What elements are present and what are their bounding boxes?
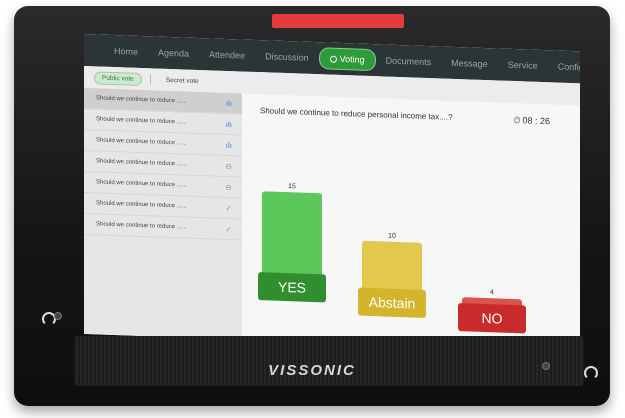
motion-label: Should we continue to reduce ...... [96,221,187,231]
pending-icon: ⊖ [225,182,232,192]
vote-option-label: NO [458,303,526,334]
nav-service[interactable]: Service [498,54,548,76]
bar-chart-icon: ılı [225,98,232,108]
motion-label: Should we continue to reduce ...... [96,137,187,147]
nav-agenda[interactable]: Agenda [148,42,199,64]
nav-attendee[interactable]: Attendee [199,44,255,66]
nav-discussion[interactable]: Discussion [255,46,319,68]
motion-label: Should we continue to reduce ...... [96,116,187,126]
motion-question: Should we continue to reduce personal in… [260,106,453,122]
vote-result-chart: 15 YES 10 Abstain 4 NO [258,134,562,344]
nav-voting-label: Voting [339,53,365,65]
nav-voting[interactable]: Voting [318,47,376,72]
motion-label: Should we continue to reduce ...... [96,158,187,168]
nav-home[interactable]: Home [104,41,148,63]
motion-label: Should we continue to reduce ...... [96,95,187,105]
status-light [272,14,404,28]
bar-chart-icon: ılı [225,140,232,150]
secret-vote-tab[interactable]: Secret vote [159,74,206,87]
motion-label: Should we continue to reduce ...... [96,179,187,189]
motion-list: Should we continue to reduce ...... ılı S… [84,88,242,340]
vote-count-label: 15 [288,183,296,191]
headphone-jack [54,312,62,320]
pending-icon: ⊖ [225,161,232,171]
headphone-icon [584,366,598,380]
timer-value: 08 : 26 [522,115,550,127]
motion-item[interactable]: Should we continue to reduce ...... ✓ [84,214,242,241]
check-icon: ✓ [225,203,232,213]
vote-option-label: YES [258,272,326,303]
brand-logo: VISSONIC [268,362,356,379]
nav-documents[interactable]: Documents [376,50,442,72]
countdown-timer: ⏱ 08 : 26 [513,115,550,127]
check-icon: ✓ [225,224,232,234]
voting-result-panel: Should we continue to reduce personal in… [242,93,580,352]
nav-message[interactable]: Message [441,52,498,74]
clock-icon: ⏱ [513,114,521,126]
vote-bar-abstain: 10 Abstain [358,233,426,318]
vote-bar-no: 4 NO [458,289,526,334]
bar-chart-icon: ılı [225,119,232,129]
vote-option-label: Abstain [358,287,426,318]
vote-count-label: 4 [490,289,494,297]
motion-label: Should we continue to reduce ...... [96,200,187,210]
vote-bar-yes: 15 YES [258,183,326,303]
radio-icon [329,55,337,63]
nav-configuration[interactable]: Configuration [548,56,580,79]
headphone-jack [542,362,550,370]
divider [149,74,151,85]
vote-count-label: 10 [388,232,396,240]
screen: Home Agenda Attendee Discussion Voting D… [84,34,580,352]
public-vote-tab[interactable]: Public vote [94,70,142,86]
conference-terminal: Home Agenda Attendee Discussion Voting D… [14,6,610,406]
